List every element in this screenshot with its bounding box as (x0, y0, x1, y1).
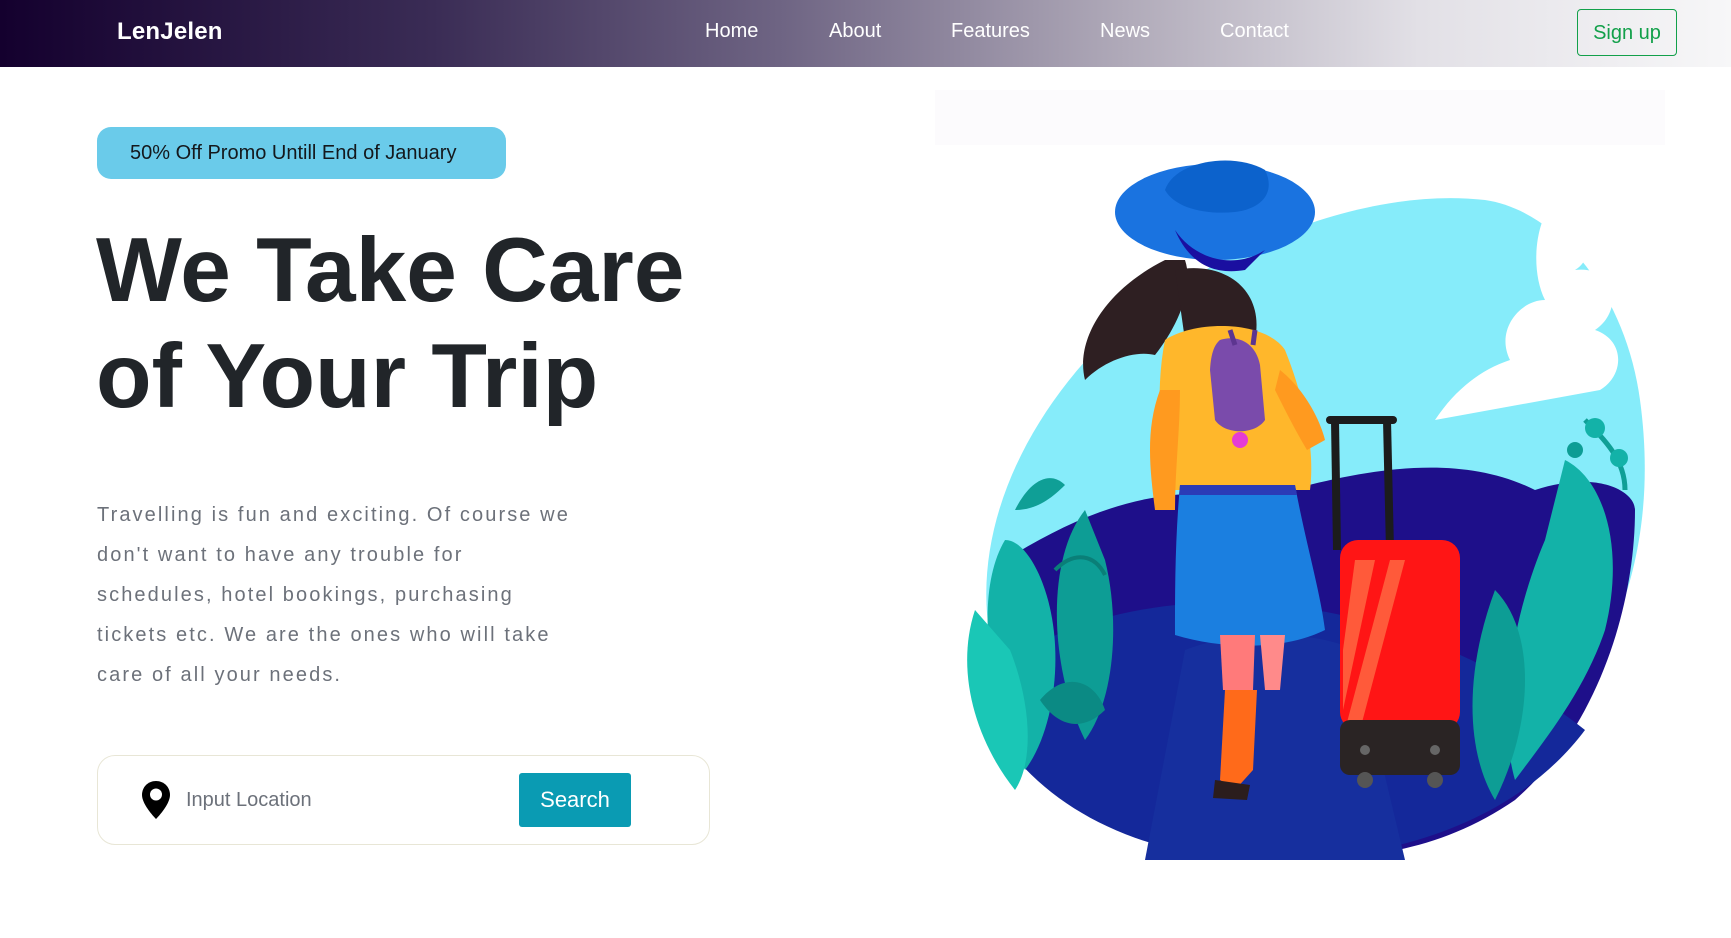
navbar: LenJelen Home About Features News Contac… (0, 0, 1731, 67)
nav-link-about[interactable]: About (829, 20, 881, 43)
traveler-illustration (935, 90, 1665, 860)
location-input[interactable] (186, 782, 486, 818)
search-button[interactable]: Search (519, 773, 631, 827)
promo-badge: 50% Off Promo Untill End of January (97, 127, 506, 179)
map-pin-icon (142, 781, 170, 819)
brand-logo[interactable]: LenJelen (117, 18, 223, 46)
location-search-box: Search (97, 755, 710, 845)
nav-link-home[interactable]: Home (705, 20, 758, 43)
hero-title-line-1: We Take Care (96, 220, 685, 321)
nav-link-contact[interactable]: Contact (1220, 20, 1289, 43)
hero-title-line-2: of Your Trip (96, 326, 599, 427)
hero-title: We Take Care of Your Trip (96, 218, 796, 430)
hero-description: Travelling is fun and exciting. Of cours… (97, 504, 570, 686)
signup-button[interactable]: Sign up (1577, 9, 1677, 56)
nav-link-news[interactable]: News (1100, 20, 1150, 43)
nav-link-features[interactable]: Features (951, 20, 1030, 43)
